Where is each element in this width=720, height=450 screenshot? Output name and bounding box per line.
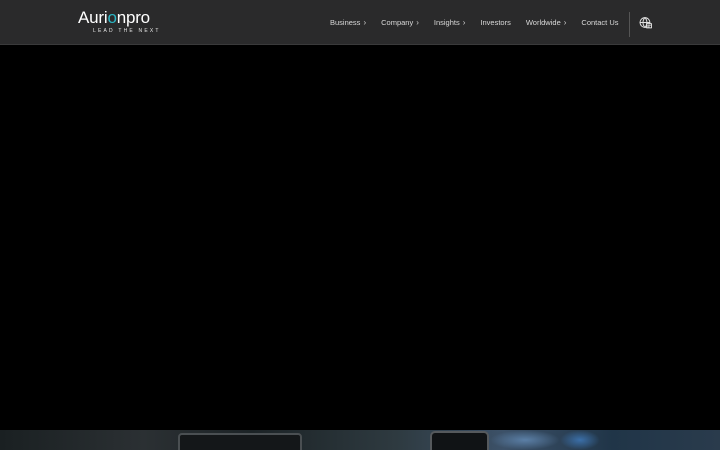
chevron-right-icon: › — [416, 18, 419, 27]
chevron-right-icon: › — [363, 18, 367, 27]
hero-video-area — [0, 45, 720, 430]
nav-item-worldwide[interactable]: Worldwide › — [526, 18, 567, 27]
laptop-image — [178, 433, 302, 450]
chevron-right-icon: › — [563, 18, 567, 27]
nav-item-insights[interactable]: Insights › — [434, 18, 466, 27]
aurionpro-logo[interactable]: Aurionpro LEAD THE NEXT — [78, 8, 168, 38]
globe-icon[interactable] — [639, 16, 652, 29]
chevron-right-icon: › — [462, 18, 466, 27]
light-glow — [490, 430, 560, 450]
main-nav: Business › Company › Insights › Investors W… — [330, 0, 622, 45]
phone-image — [430, 431, 489, 450]
hero-image-strip — [0, 430, 720, 450]
nav-item-investors[interactable]: Investors — [480, 18, 510, 27]
site-header: Aurionpro LEAD THE NEXT Business › Compan… — [0, 0, 720, 45]
nav-divider — [629, 12, 630, 37]
nav-item-contact-us[interactable]: Contact Us — [581, 18, 618, 27]
logo-tagline: LEAD THE NEXT — [93, 28, 161, 34]
light-glow — [560, 430, 600, 450]
logo-wordmark: Aurionpro — [78, 8, 150, 27]
nav-item-company[interactable]: Company › — [381, 18, 419, 27]
nav-item-business[interactable]: Business › — [330, 18, 366, 27]
